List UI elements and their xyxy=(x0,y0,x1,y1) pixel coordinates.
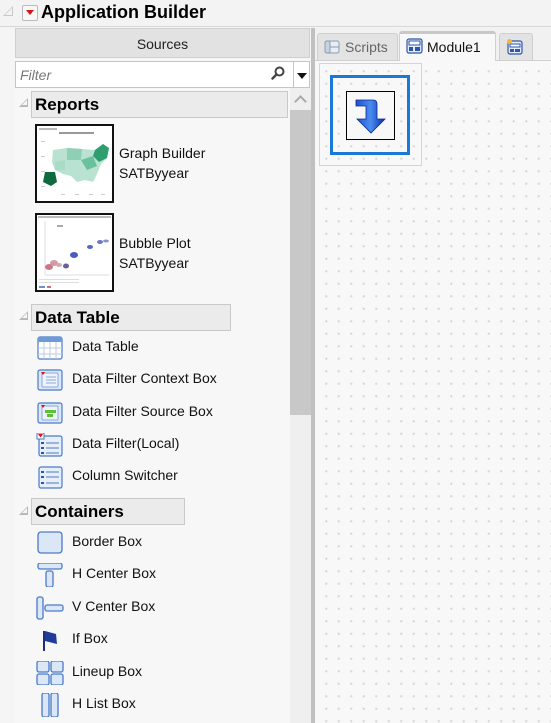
report-name: Bubble Plot xyxy=(119,235,191,251)
script-icon xyxy=(324,40,340,54)
data-filter-context-box-icon xyxy=(37,369,63,391)
h-list-box-icon xyxy=(41,693,59,717)
data-table-icon xyxy=(37,336,63,360)
source-item-label: Data Filter Context Box xyxy=(72,370,217,386)
scroll-up-button[interactable] xyxy=(290,88,311,110)
report-thumbnail-graph-builder[interactable] xyxy=(35,124,114,203)
containers-collapse-icon[interactable] xyxy=(19,506,28,515)
search-icon[interactable] xyxy=(271,66,285,80)
us-map-thumbnail-icon xyxy=(37,126,112,201)
filter-input[interactable] xyxy=(20,65,265,85)
v-center-box-icon xyxy=(36,596,64,620)
tab-module1[interactable]: Module1 xyxy=(399,31,496,61)
source-item-label: Data Filter Source Box xyxy=(72,403,213,419)
filter-dropdown-button[interactable] xyxy=(294,61,310,88)
source-item-label: Border Box xyxy=(72,533,143,549)
module-icon xyxy=(406,38,423,54)
data-table-collapse-icon[interactable] xyxy=(19,311,28,320)
new-module-icon xyxy=(507,39,523,55)
section-header-reports[interactable]: Reports xyxy=(31,91,288,118)
border-box-icon xyxy=(37,531,63,554)
app-title: Application Builder xyxy=(41,2,207,22)
bubble-plot-thumbnail-icon xyxy=(37,215,112,290)
data-filter-local-icon xyxy=(36,433,63,457)
source-item-label: H Center Box xyxy=(72,565,157,581)
tab-label: Module1 xyxy=(427,39,481,55)
source-item-label: Data Filter(Local) xyxy=(72,435,180,451)
source-item-label: If Box xyxy=(72,630,108,646)
tab-new-module[interactable] xyxy=(499,33,533,60)
lineup-box-icon xyxy=(36,661,64,685)
source-item-label: Data Table xyxy=(72,338,139,354)
source-item-label: V Center Box xyxy=(72,598,156,614)
section-header-containers[interactable]: Containers xyxy=(31,498,185,525)
tab-label: Scripts xyxy=(345,39,388,55)
report-thumbnail-bubble-plot[interactable] xyxy=(35,213,114,292)
h-center-box-icon xyxy=(37,563,63,587)
flag-icon xyxy=(43,631,57,651)
section-header-data-table[interactable]: Data Table xyxy=(31,304,231,331)
red-triangle-menu-icon[interactable] xyxy=(22,5,38,21)
column-switcher-icon xyxy=(38,466,63,489)
arrow-down-icon xyxy=(355,99,386,134)
report-name: Graph Builder xyxy=(119,145,206,161)
filter-field[interactable] xyxy=(15,61,294,88)
sources-header[interactable]: Sources xyxy=(15,28,310,58)
data-filter-source-box-icon xyxy=(37,402,63,424)
source-item-label: H List Box xyxy=(72,695,136,711)
source-item-label: Lineup Box xyxy=(72,663,143,679)
report-table: SATByyear xyxy=(119,255,189,271)
report-table: SATByyear xyxy=(119,165,189,181)
report-item-bubble-plot[interactable]: Bubble Plot SATByyear xyxy=(119,233,191,273)
source-item-label: Column Switcher xyxy=(72,467,178,483)
module-button[interactable] xyxy=(346,91,395,140)
reports-collapse-icon[interactable] xyxy=(19,98,28,107)
collapse-triangle-icon[interactable] xyxy=(3,6,13,16)
tab-scripts[interactable]: Scripts xyxy=(317,33,398,60)
scroll-thumb[interactable] xyxy=(290,110,311,415)
report-item-graph-builder[interactable]: Graph Builder SATByyear xyxy=(119,143,205,183)
